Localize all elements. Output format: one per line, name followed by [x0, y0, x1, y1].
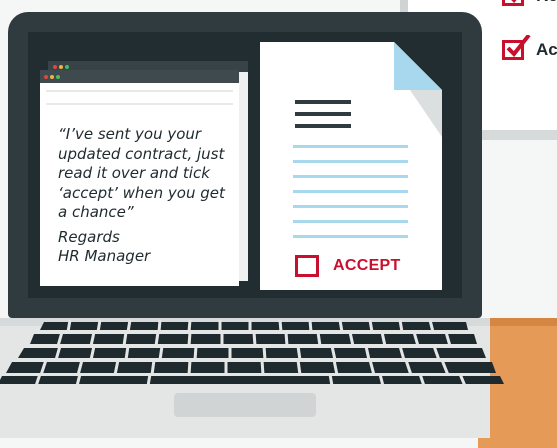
- minimize-dot-icon: [59, 65, 63, 69]
- close-dot-icon: [53, 65, 57, 69]
- touchpad: [174, 393, 316, 417]
- email-message: “I’ve sent you your updated contract, ju…: [58, 125, 225, 221]
- email-sender: HR Manager: [58, 247, 151, 265]
- email-signature: Regards HR Manager: [58, 228, 238, 266]
- maximize-dot-icon: [56, 75, 60, 79]
- header-line: [46, 103, 233, 105]
- page-corner-fold: [394, 42, 442, 90]
- close-dot-icon: [44, 75, 48, 79]
- email-signoff: Regards: [58, 228, 120, 246]
- accept-label: ACCEPT: [333, 257, 401, 274]
- minimize-dot-icon: [50, 75, 54, 79]
- header-line: [46, 90, 233, 92]
- email-window-titlebar: [40, 70, 239, 83]
- maximize-dot-icon: [65, 65, 69, 69]
- accept-checkbox[interactable]: [295, 255, 319, 277]
- contract-document: [260, 42, 442, 290]
